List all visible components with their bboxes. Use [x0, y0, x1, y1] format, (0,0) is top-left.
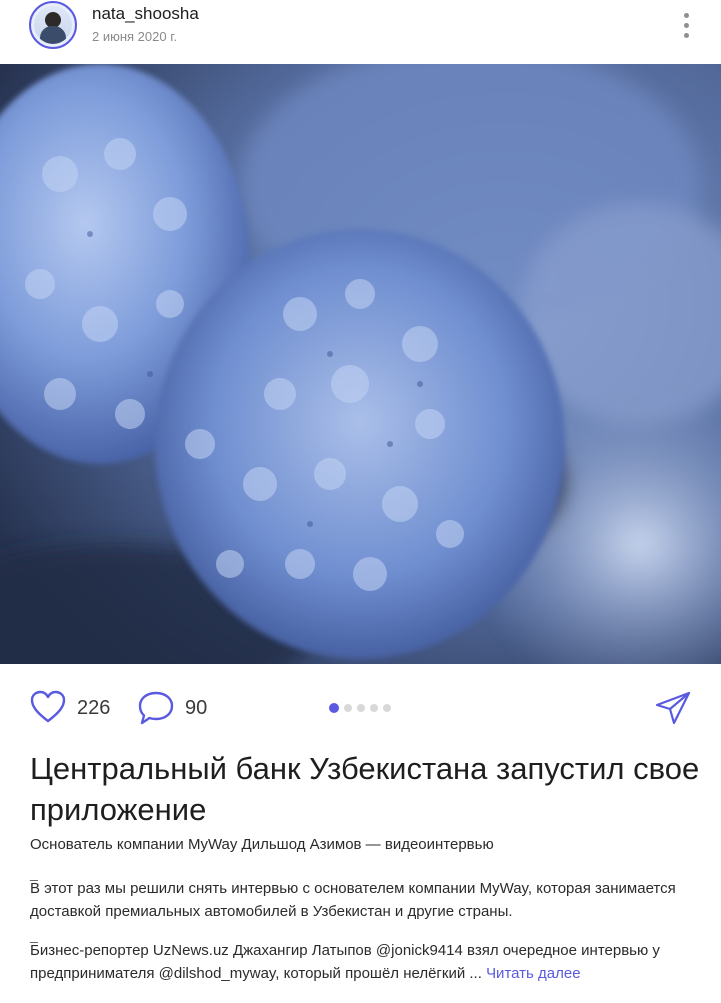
comment-count: 90: [185, 697, 208, 719]
carousel-dot[interactable]: [383, 704, 391, 712]
post-subtitle: Основатель компании MyWay Дильшод Азимов…: [30, 836, 494, 853]
post-header: nata_shoosha 2 июня 2020 г.: [0, 0, 721, 64]
post-actions: 226 90: [0, 684, 721, 732]
paper-plane-icon[interactable]: [654, 690, 692, 726]
author-username[interactable]: nata_shoosha: [92, 4, 199, 24]
carousel-dot[interactable]: [357, 704, 365, 712]
carousel-dot[interactable]: [370, 704, 378, 712]
avatar[interactable]: [29, 1, 77, 49]
heart-icon[interactable]: [30, 690, 66, 724]
carousel-dot[interactable]: [344, 704, 352, 712]
more-vertical-icon[interactable]: [680, 12, 692, 42]
carousel-dot[interactable]: [329, 703, 339, 713]
comment-bubble-icon[interactable]: [137, 690, 175, 726]
post-paragraph-1: В этот раз мы решили снять интервью с ос…: [30, 880, 676, 920]
post-photo[interactable]: [0, 64, 721, 664]
post-date: 2 июня 2020 г.: [92, 29, 177, 44]
post-title: Центральный банк Узбекистана запустил св…: [30, 751, 700, 827]
read-more-link[interactable]: Читать далее: [486, 965, 580, 982]
like-count: 226: [77, 697, 111, 719]
hydrangea-photo: [0, 64, 721, 664]
post-paragraph-2: Бизнес-репортер UzNews.uz Джахангир Латы…: [30, 939, 710, 985]
avatar-image: [34, 6, 72, 44]
